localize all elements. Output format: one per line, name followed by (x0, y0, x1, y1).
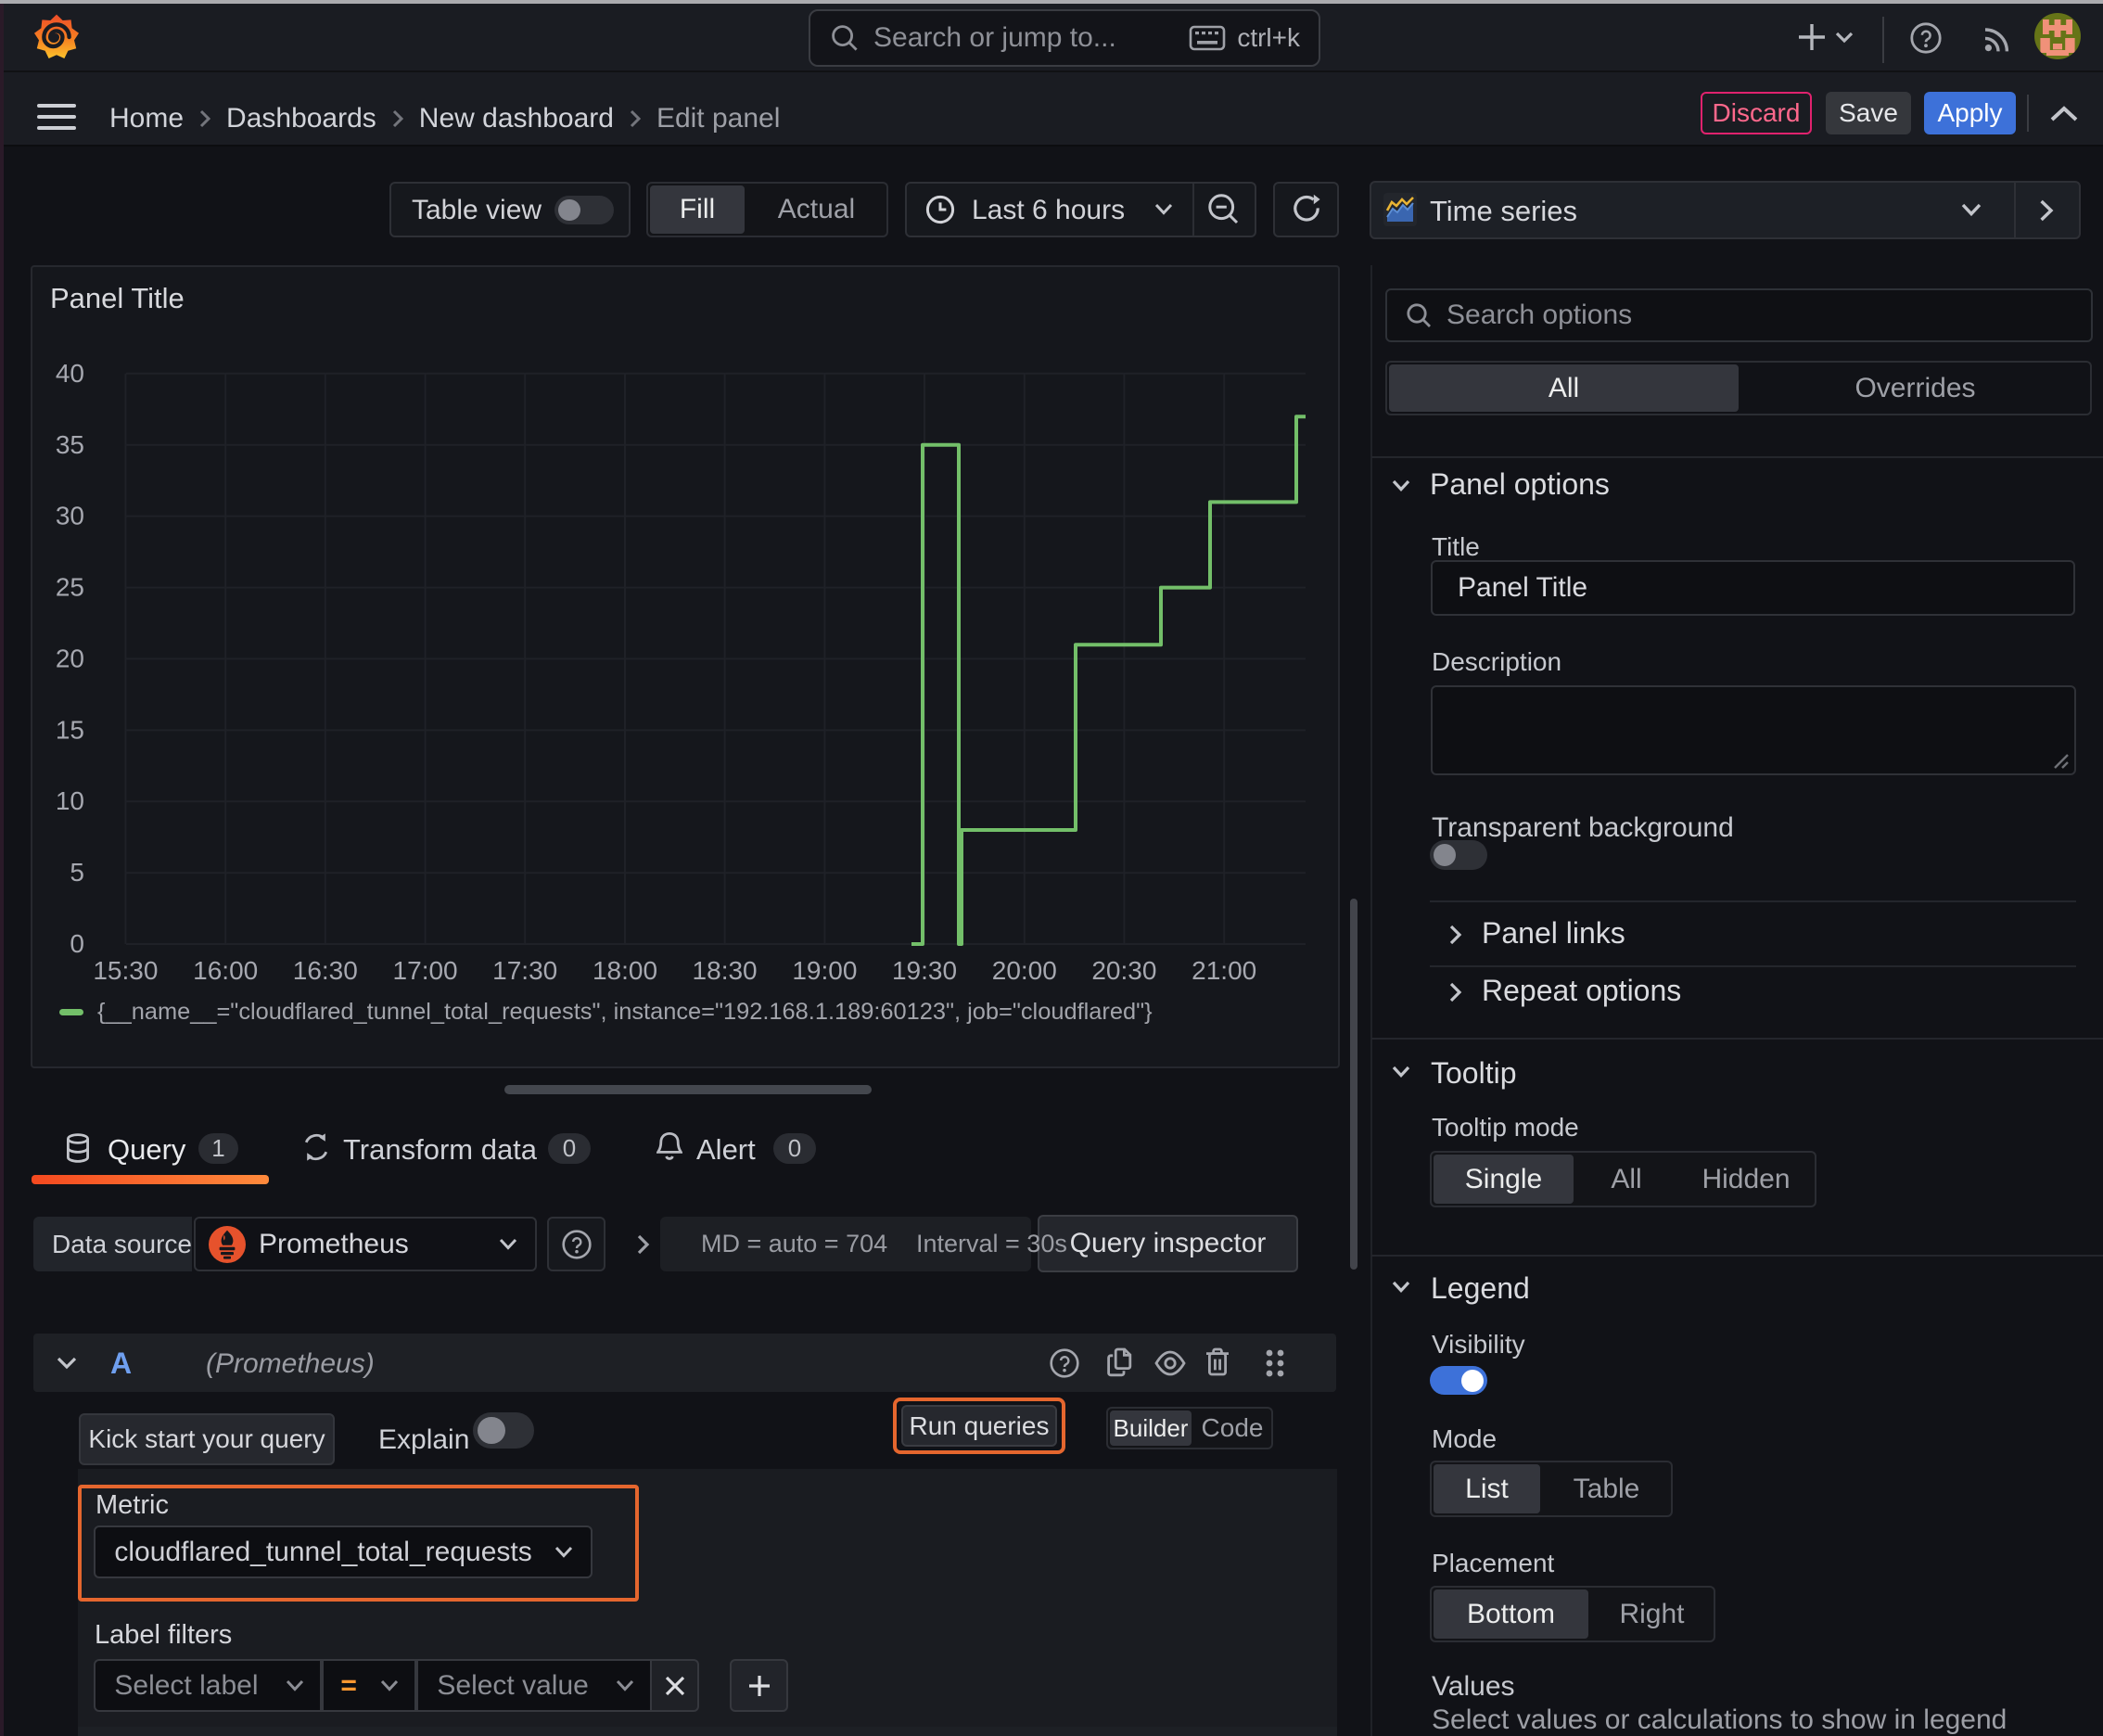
svg-text:20:30: 20:30 (1091, 956, 1156, 985)
svg-text:18:30: 18:30 (693, 956, 758, 985)
svg-text:20: 20 (56, 644, 84, 672)
svg-text:18:00: 18:00 (593, 956, 657, 985)
svg-text:16:00: 16:00 (193, 956, 258, 985)
svg-text:16:30: 16:30 (293, 956, 358, 985)
svg-text:20:00: 20:00 (992, 956, 1057, 985)
svg-text:30: 30 (56, 502, 84, 530)
svg-text:10: 10 (56, 786, 84, 815)
svg-text:17:00: 17:00 (393, 956, 458, 985)
svg-text:15:30: 15:30 (93, 956, 158, 985)
svg-text:15: 15 (56, 715, 84, 744)
svg-text:21:00: 21:00 (1192, 956, 1256, 985)
svg-text:19:30: 19:30 (892, 956, 957, 985)
svg-text:17:30: 17:30 (492, 956, 557, 985)
svg-text:0: 0 (70, 929, 84, 958)
svg-text:19:00: 19:00 (792, 956, 857, 985)
svg-text:5: 5 (70, 858, 84, 887)
svg-text:35: 35 (56, 430, 84, 459)
svg-text:25: 25 (56, 573, 84, 602)
svg-text:40: 40 (56, 359, 84, 388)
